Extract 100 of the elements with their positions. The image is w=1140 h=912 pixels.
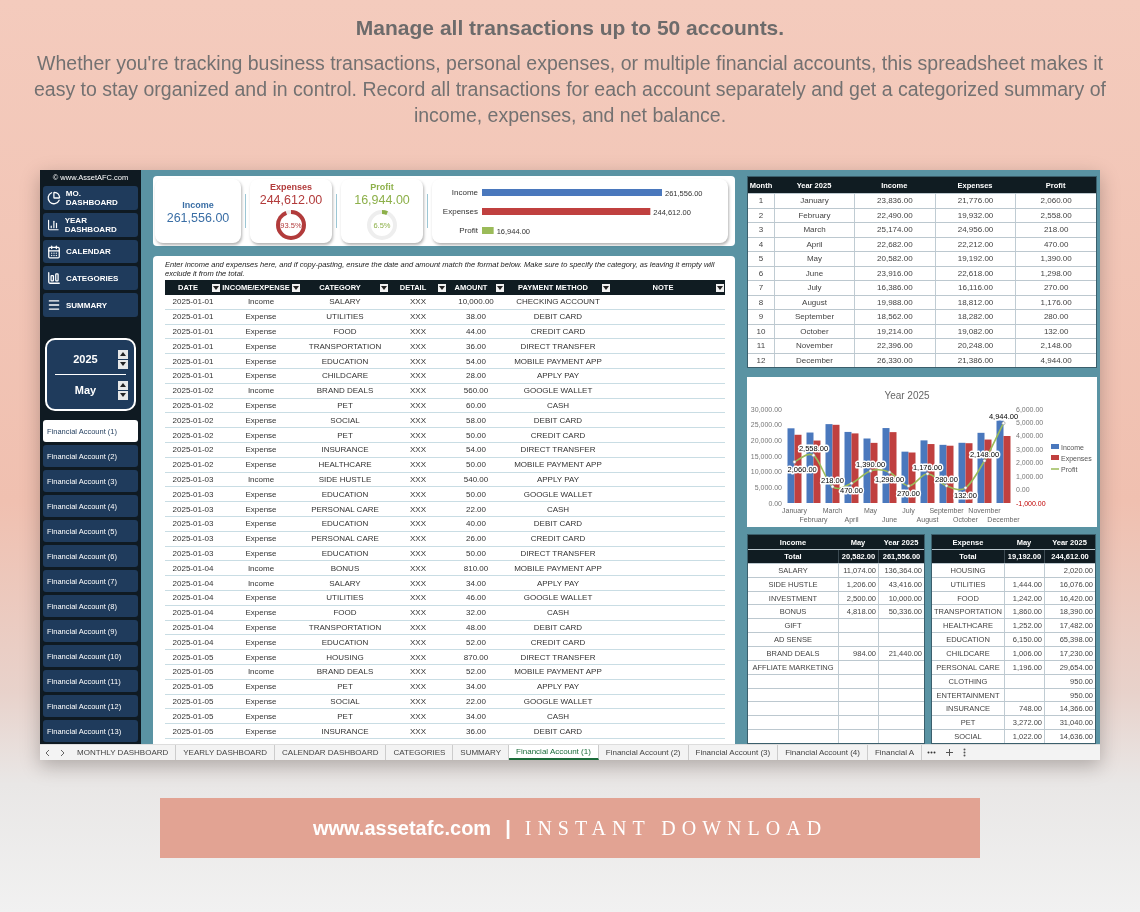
table-cell-text: XXX — [409, 563, 427, 573]
table-cell-text: 36.00 — [465, 726, 487, 736]
chevron-left-icon[interactable] — [45, 749, 50, 756]
tagline: INSTANT DOWNLOAD — [524, 816, 828, 840]
table-cell: 20,248.00 — [934, 339, 1016, 353]
sheet-tab[interactable]: Financial Account (2) — [598, 745, 689, 760]
table-cell-text: 2025-01-02 — [171, 430, 215, 440]
kpi-value: 261,556.00 — [166, 210, 230, 225]
table-cell-text: TRANSPORTATION — [307, 341, 383, 351]
filter-button[interactable] — [716, 283, 724, 292]
table-cell-text: 40.00 — [465, 519, 487, 529]
table-cell-text: DEBIT CARD — [532, 519, 584, 529]
table-cell-text: HOUSING — [325, 652, 365, 662]
chevron-right-icon[interactable] — [60, 749, 65, 756]
table-cell-text: 2025-01-02 — [171, 400, 215, 410]
data-point — [868, 469, 873, 473]
sheet-tab[interactable]: CALENDAR DASHBOARD — [275, 745, 387, 760]
nav-button[interactable]: SUMMARY — [43, 293, 138, 318]
table-cell-text: 22.00 — [465, 504, 487, 514]
table-cell-text: APPLY PAY — [535, 474, 581, 484]
sheet-tab[interactable]: Financial Account (3) — [688, 745, 779, 760]
table-cell-text: XXX — [409, 652, 427, 662]
filter-button[interactable] — [496, 283, 504, 292]
table-cell: October — [774, 324, 854, 338]
table-cell-text: Expense — [244, 726, 278, 736]
filter-button[interactable] — [292, 283, 300, 292]
table-cell-text: 810.00 — [462, 563, 490, 573]
table-cell-text: EDUCATION — [320, 489, 370, 499]
table-cell-text: 2025-01-01 — [171, 341, 215, 351]
table-cell-text: CASH — [545, 400, 571, 410]
table-cell-text: XXX — [409, 430, 427, 440]
table-cell-text: XXX — [409, 460, 427, 470]
ellipsis-icon[interactable] — [927, 751, 937, 754]
table-cell: 1,298.00 — [1015, 266, 1096, 280]
table-cell-text: XXX — [409, 504, 427, 514]
table-cell-text: 34.00 — [465, 682, 487, 692]
vertical-dots-icon[interactable] — [963, 748, 967, 757]
table-cell-text: XXX — [409, 415, 427, 425]
table-cell-text: 2025-01-03 — [171, 489, 215, 499]
table-cell-text: 2025-01-02 — [171, 445, 215, 455]
filter-button[interactable] — [602, 283, 610, 292]
table-cell-text: 2025-01-01 — [171, 327, 215, 336]
table-cell: July — [774, 281, 854, 295]
table-cell-text: CASH — [545, 711, 571, 721]
sheet-tab[interactable]: YEARLY DASHBOARD — [176, 745, 275, 760]
table-cell-text: XXX — [409, 327, 427, 336]
table-cell-text: UTILITIES — [325, 312, 365, 322]
table-cell-text: 2025-01-02 — [171, 460, 215, 470]
table-cell-text: 3 — [757, 224, 765, 237]
kpi-label: Income — [182, 199, 214, 210]
table-cell-text: 52.00 — [465, 667, 487, 677]
table-cell-text: XXX — [409, 297, 427, 307]
table-cell-text: XXX — [409, 534, 427, 544]
nav-button[interactable]: MO. DASHBOARD — [43, 186, 138, 210]
sheet-tab[interactable]: MONTHLY DASHBOARD — [70, 745, 177, 760]
spin-up-button[interactable] — [118, 380, 128, 390]
table-cell-text: BRAND DEALS — [315, 667, 375, 677]
table-cell: 18,562.00 — [854, 310, 935, 324]
table-cell-text: XXX — [409, 667, 427, 677]
table-cell-text: Income — [246, 667, 276, 677]
filter-button[interactable] — [212, 283, 220, 292]
nav-button[interactable]: CATEGORIES — [43, 266, 138, 291]
table-cell: 132.00 — [1015, 324, 1096, 338]
table-cell-text: INSURANCE — [320, 445, 370, 455]
table-cell-text: DEBIT CARD — [532, 726, 584, 736]
table-cell-text: Expense — [244, 608, 278, 618]
nav-button[interactable]: YEAR DASHBOARD — [43, 212, 138, 237]
filter-button[interactable] — [380, 283, 388, 292]
table-cell-text: 6 — [757, 267, 765, 280]
table-cell-text: MOBILE PAYMENT APP — [513, 667, 603, 677]
sheet-tab[interactable]: CATEGORIES — [386, 745, 454, 760]
category-label: Expenses — [442, 207, 478, 216]
spin-up-button[interactable] — [118, 349, 128, 359]
table-cell-text: Expense — [244, 534, 278, 544]
table-cell: 21,776.00 — [934, 194, 1016, 208]
nav-button[interactable]: CALENDAR — [43, 239, 138, 264]
sheet-tab[interactable]: Financial Account (4) — [778, 745, 868, 760]
table-cell: November — [774, 339, 854, 353]
expense-bar — [1003, 436, 1011, 503]
table-cell-text: 8 — [757, 296, 765, 309]
data-point — [982, 458, 987, 463]
website-text: www.assetafc.com — [312, 816, 492, 840]
table-cell-text: 870.00 — [462, 652, 490, 662]
data-point — [887, 470, 892, 474]
table-cell-text: 2025-01-03 — [171, 474, 215, 484]
table-cell: 19,932.00 — [934, 208, 1016, 222]
table-cell-text: 50.00 — [465, 430, 487, 440]
table-cell: 2,148.00 — [1015, 339, 1096, 353]
table-cell-text: 2025-01-04 — [171, 578, 215, 588]
table-cell: 16,386.00 — [854, 281, 935, 295]
table-cell: 22,212.00 — [934, 237, 1016, 251]
sheet-tab[interactable]: Financial A — [867, 745, 923, 760]
filter-button[interactable] — [438, 283, 446, 292]
table-cell-text: 2025-01-04 — [171, 637, 215, 647]
table-cell-text: DEBIT CARD — [532, 415, 584, 425]
spin-down-button[interactable] — [118, 390, 128, 400]
plus-icon[interactable] — [946, 749, 954, 756]
table-cell-text: EDUCATION — [320, 637, 370, 647]
spin-down-button[interactable] — [118, 359, 128, 369]
sheet-tab[interactable]: Financial Account (1) — [509, 745, 599, 760]
